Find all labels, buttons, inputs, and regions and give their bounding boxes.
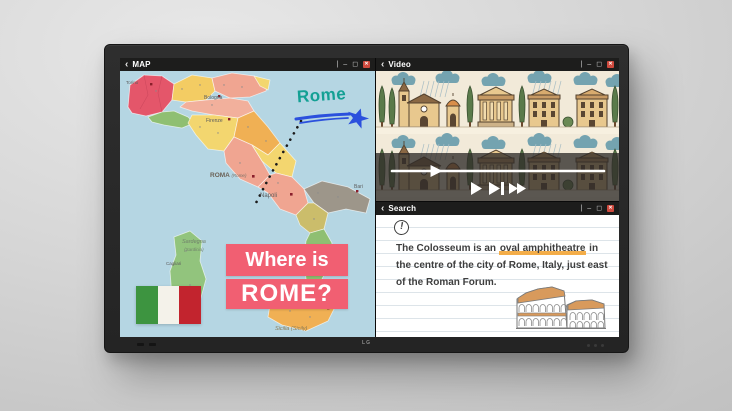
bezel-sensor bbox=[149, 343, 156, 346]
italy-map-canvas[interactable]: Torino Bologna Firenze ROMA (Rome) Napol… bbox=[120, 71, 375, 337]
minimize-icon[interactable]: – bbox=[587, 61, 591, 68]
video-player-canvas[interactable] bbox=[376, 71, 619, 201]
map-label-bari: Bari bbox=[354, 184, 363, 190]
back-chevron-icon[interactable]: ‹ bbox=[381, 204, 384, 214]
colosseum-sketch bbox=[514, 283, 608, 331]
minimize-icon[interactable]: – bbox=[343, 61, 347, 68]
close-icon[interactable]: ✕ bbox=[607, 61, 614, 68]
highlighted-phrase: oval amphitheatre bbox=[499, 243, 587, 255]
map-label-napoli: Napoli bbox=[260, 193, 277, 199]
move-handle-icon[interactable]: | bbox=[580, 61, 582, 68]
minimize-icon[interactable]: – bbox=[587, 205, 591, 212]
bezel-button[interactable] bbox=[587, 344, 590, 347]
map-window: ‹ MAP | – ◻ ✕ bbox=[120, 58, 375, 337]
bezel-button[interactable] bbox=[601, 344, 604, 347]
map-label-bologna: Bologna bbox=[204, 95, 222, 101]
question-box-line1[interactable]: Where is bbox=[226, 244, 348, 276]
video-window-title: Video bbox=[388, 60, 411, 69]
bezel-button[interactable] bbox=[594, 344, 597, 347]
rome-doodle bbox=[292, 107, 370, 129]
bottom-bezel: LG bbox=[105, 336, 628, 352]
close-icon[interactable]: ✕ bbox=[363, 61, 370, 68]
back-chevron-icon[interactable]: ‹ bbox=[125, 60, 128, 70]
question-box-line2[interactable]: ROME? bbox=[226, 279, 348, 309]
italy-flag[interactable] bbox=[136, 286, 201, 324]
maximize-icon[interactable]: ◻ bbox=[352, 61, 358, 68]
map-titlebar[interactable]: ‹ MAP | – ◻ ✕ bbox=[120, 58, 375, 71]
search-window: ‹ Search | – ◻ ✕ ! The Colosseum is an o… bbox=[376, 202, 619, 337]
map-label-roma: ROMA (Rome) bbox=[210, 172, 246, 179]
map-label-firenze: Firenze bbox=[206, 118, 223, 124]
search-note-canvas[interactable]: ! The Colosseum is an oval amphitheatre … bbox=[376, 215, 619, 337]
close-icon[interactable]: ✕ bbox=[607, 205, 614, 212]
bezel-sensor bbox=[137, 343, 144, 346]
search-window-title: Search bbox=[388, 204, 416, 213]
map-label-cagliari: Cagliari bbox=[166, 261, 181, 266]
map-label-torino: Torino bbox=[126, 80, 138, 85]
move-handle-icon[interactable]: | bbox=[336, 61, 338, 68]
map-label-sicilia: Sicilia (Sicily) bbox=[275, 326, 307, 332]
map-window-title: MAP bbox=[132, 60, 150, 69]
screen: ‹ MAP | – ◻ ✕ bbox=[120, 58, 619, 337]
wall-background: ‹ MAP | – ◻ ✕ bbox=[0, 0, 732, 411]
back-chevron-icon[interactable]: ‹ bbox=[381, 60, 384, 70]
video-window: ‹ Video | – ◻ ✕ bbox=[376, 58, 619, 201]
maximize-icon[interactable]: ◻ bbox=[596, 61, 602, 68]
exclamation-icon: ! bbox=[393, 219, 410, 236]
video-titlebar[interactable]: ‹ Video | – ◻ ✕ bbox=[376, 58, 619, 71]
interactive-display: ‹ MAP | – ◻ ✕ bbox=[104, 44, 629, 353]
maximize-icon[interactable]: ◻ bbox=[596, 205, 602, 212]
search-titlebar[interactable]: ‹ Search | – ◻ ✕ bbox=[376, 202, 619, 215]
map-label-sardegna: Sardegna(Sardinia) bbox=[182, 239, 206, 253]
player-dim-overlay bbox=[376, 153, 619, 201]
move-handle-icon[interactable]: | bbox=[580, 205, 582, 212]
lg-logo: LG bbox=[362, 340, 371, 346]
video-frame bbox=[376, 71, 619, 201]
